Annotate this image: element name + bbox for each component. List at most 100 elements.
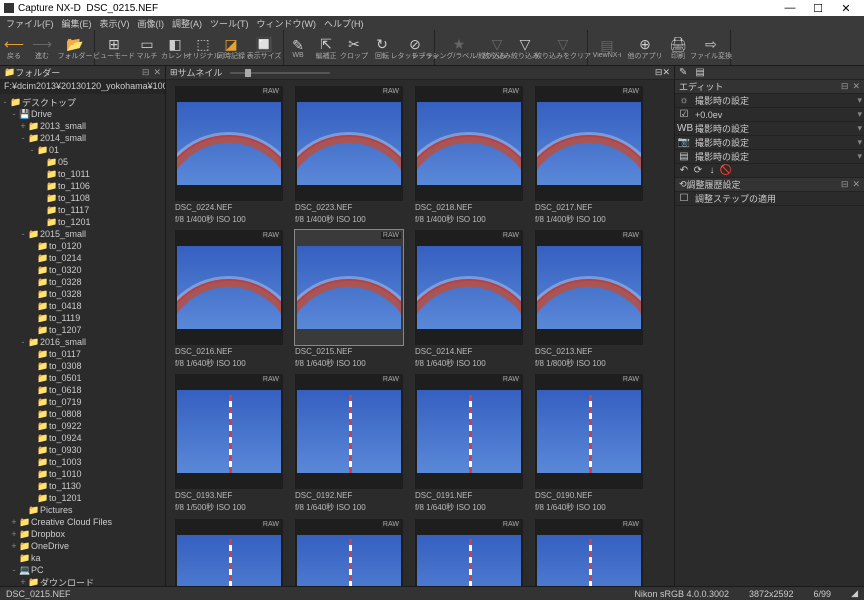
tree-toggle-icon[interactable]: + <box>27 481 37 491</box>
toolbar-button[interactable]: ✎WB <box>284 30 312 65</box>
minimize-button[interactable]: — <box>776 2 804 14</box>
tree-toggle-icon[interactable]: + <box>27 253 37 263</box>
edit-tab-adjust-icon[interactable]: ✎ <box>675 67 691 78</box>
tree-toggle-icon[interactable]: - <box>9 109 19 119</box>
thumbnail-item[interactable]: RAWDSC_0217.NEFf/8 1/400秒 ISO 100 <box>530 86 648 226</box>
dropdown-icon[interactable]: ▾ <box>857 137 862 148</box>
tree-item[interactable]: +📁2013_small <box>0 120 165 132</box>
tree-item[interactable]: +📁Pictures <box>0 504 165 516</box>
thumbnail-grid[interactable]: RAWDSC_0224.NEFf/8 1/400秒 ISO 100RAWDSC_… <box>166 80 674 586</box>
toolbar-button[interactable]: ◪同時記録 <box>217 30 245 65</box>
dropdown-icon[interactable]: ▾ <box>857 109 862 120</box>
thumbnail-item[interactable]: RAWDSC_0224.NEFf/8 1/400秒 ISO 100 <box>170 86 288 226</box>
tree-toggle-icon[interactable]: - <box>18 229 28 239</box>
tree-item[interactable]: +📁to_1108 <box>0 192 165 204</box>
toolbar-button[interactable]: ⊕他のアプリ <box>626 30 664 65</box>
tree-item[interactable]: +📁ダウンロード <box>0 576 165 586</box>
toolbar-button[interactable]: ⇱編補正 <box>312 30 340 65</box>
tree-toggle-icon[interactable]: + <box>27 373 37 383</box>
tree-item[interactable]: +📁to_0808 <box>0 408 165 420</box>
tree-item[interactable]: +📁to_0120 <box>0 240 165 252</box>
tree-toggle-icon[interactable]: - <box>0 97 10 107</box>
tree-toggle-icon[interactable]: + <box>27 277 37 287</box>
history-action-icon[interactable]: ↓ <box>705 165 719 176</box>
tree-item[interactable]: +📁to_0719 <box>0 396 165 408</box>
dropdown-icon[interactable]: ▾ <box>857 151 862 162</box>
menu-item[interactable]: ファイル(F) <box>2 17 58 30</box>
toolbar-button[interactable]: 🔲表示サイズ <box>245 30 283 65</box>
panel-close-icon[interactable]: ✕ <box>153 67 161 78</box>
panel-pin-icon[interactable]: ⊟ <box>841 179 849 190</box>
history-action-icon[interactable]: ⟳ <box>691 165 705 176</box>
toolbar-button[interactable]: ⟵戻る <box>0 30 28 65</box>
tree-toggle-icon[interactable]: + <box>27 265 37 275</box>
toolbar-button[interactable]: ▤ViewNX-i <box>588 30 626 65</box>
maximize-button[interactable]: ☐ <box>804 2 832 15</box>
tree-toggle-icon[interactable]: + <box>27 469 37 479</box>
tree-item[interactable]: +📁to_1130 <box>0 480 165 492</box>
tree-toggle-icon[interactable]: - <box>18 133 28 143</box>
tree-toggle-icon[interactable]: + <box>27 385 37 395</box>
thumbnail-item[interactable]: RAWDSC_0216.NEFf/8 1/640秒 ISO 100 <box>170 230 288 370</box>
history-action-icon[interactable]: 🚫 <box>719 165 733 176</box>
tree-toggle-icon[interactable]: + <box>9 529 19 539</box>
tree-item[interactable]: +📁Dropbox <box>0 528 165 540</box>
thumbnail-item[interactable]: RAW <box>410 519 528 586</box>
edit-parameter-row[interactable]: ☼撮影時の設定▾ <box>675 94 864 108</box>
tree-item[interactable]: -📁01 <box>0 144 165 156</box>
tree-toggle-icon[interactable]: + <box>27 301 37 311</box>
thumbnail-item[interactable]: RAWDSC_0214.NEFf/8 1/640秒 ISO 100 <box>410 230 528 370</box>
tree-item[interactable]: -💾Drive <box>0 108 165 120</box>
tree-toggle-icon[interactable]: + <box>36 169 46 179</box>
edit-parameter-row[interactable]: ▤撮影時の設定▾ <box>675 150 864 164</box>
tree-item[interactable]: +📁to_0922 <box>0 420 165 432</box>
thumbnail-item[interactable]: RAWDSC_0218.NEFf/8 1/400秒 ISO 100 <box>410 86 528 226</box>
folder-tree[interactable]: -📁デスクトップ-💾Drive+📁2013_small-📁2014_small-… <box>0 94 165 586</box>
tree-toggle-icon[interactable]: + <box>36 181 46 191</box>
edit-tab-meta-icon[interactable]: ▤ <box>691 67 708 78</box>
dropdown-icon[interactable]: ▾ <box>857 95 862 106</box>
tree-item[interactable]: +📁Creative Cloud Files <box>0 516 165 528</box>
close-button[interactable]: ✕ <box>832 2 860 15</box>
tree-toggle-icon[interactable]: + <box>27 361 37 371</box>
tree-item[interactable]: +📁to_0214 <box>0 252 165 264</box>
tree-toggle-icon[interactable]: + <box>27 445 37 455</box>
panel-pin-icon[interactable]: ⊟ <box>142 67 150 78</box>
toolbar-button[interactable]: ▽絞り込み <box>483 30 511 65</box>
thumbnail-item[interactable]: RAW <box>290 519 408 586</box>
folder-path[interactable]: F:¥dcim2013¥20130120_yokohama¥100NC1S1 <box>0 80 165 94</box>
tree-toggle-icon[interactable]: + <box>27 289 37 299</box>
tree-item[interactable]: +📁to_0117 <box>0 348 165 360</box>
panel-close-icon[interactable]: ✕ <box>852 179 860 190</box>
tree-item[interactable]: -📁2014_small <box>0 132 165 144</box>
panel-pin-icon[interactable]: ⊟ <box>655 67 663 78</box>
tree-toggle-icon[interactable]: + <box>36 193 46 203</box>
tree-item[interactable]: +📁to_0618 <box>0 384 165 396</box>
tree-toggle-icon[interactable]: - <box>27 145 37 155</box>
tree-toggle-icon[interactable]: + <box>36 157 46 167</box>
tree-item[interactable]: +📁to_0328 <box>0 276 165 288</box>
tree-toggle-icon[interactable]: + <box>27 313 37 323</box>
toolbar-button[interactable]: ⇨ファイル変換 <box>692 30 730 65</box>
toolbar-button[interactable]: 🖨印刷 <box>664 30 692 65</box>
panel-close-icon[interactable]: ✕ <box>852 81 860 92</box>
tree-item[interactable]: +📁to_0320 <box>0 264 165 276</box>
tree-toggle-icon[interactable]: + <box>27 457 37 467</box>
toolbar-button[interactable]: ⊞ビューモード <box>95 30 133 65</box>
tree-item[interactable]: -📁2016_small <box>0 336 165 348</box>
tree-item[interactable]: +📁to_0501 <box>0 372 165 384</box>
tree-toggle-icon[interactable]: + <box>9 541 19 551</box>
tree-toggle-icon[interactable]: - <box>9 565 19 575</box>
tree-toggle-icon[interactable]: + <box>18 121 28 131</box>
thumbnail-item[interactable]: RAW <box>530 519 648 586</box>
menu-item[interactable]: ツール(T) <box>206 17 253 30</box>
tree-item[interactable]: +📁to_1106 <box>0 180 165 192</box>
toolbar-button[interactable]: ▽絞り込みをクリア <box>539 30 587 65</box>
history-apply-checkbox[interactable]: ☐ 調整ステップの適用 <box>675 192 864 206</box>
menu-item[interactable]: ウィンドウ(W) <box>253 17 321 30</box>
menu-item[interactable]: 調整(A) <box>168 17 206 30</box>
tree-toggle-icon[interactable]: + <box>27 433 37 443</box>
tree-item[interactable]: +📁to_0328 <box>0 288 165 300</box>
tree-toggle-icon[interactable]: + <box>9 517 19 527</box>
tree-toggle-icon[interactable]: + <box>36 205 46 215</box>
